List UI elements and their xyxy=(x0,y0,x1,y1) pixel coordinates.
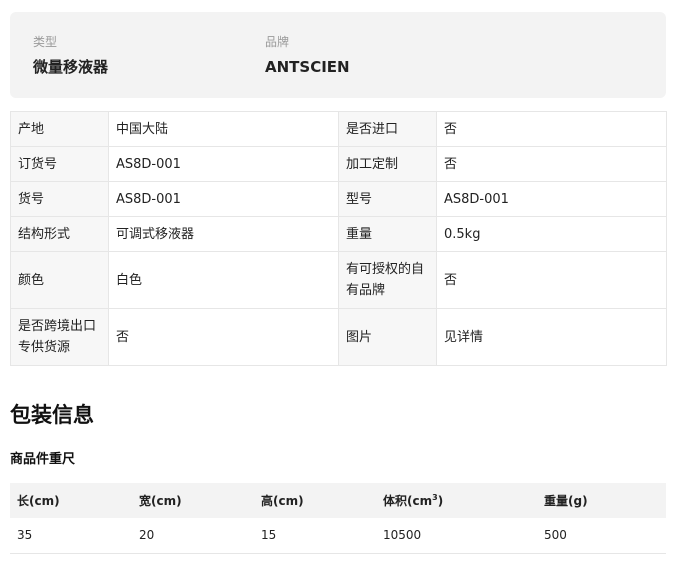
attr-key: 有可授权的自有品牌 xyxy=(338,251,437,309)
attr-key: 重量 xyxy=(338,216,437,252)
attr-value: 否 xyxy=(436,111,667,147)
attr-value: AS8D-001 xyxy=(436,181,667,217)
table-row: 产地 中国大陆 是否进口 否 xyxy=(10,111,667,147)
attr-value: 可调式移液器 xyxy=(108,216,339,252)
header-width: 宽(cm) xyxy=(132,483,254,518)
attr-key: 货号 xyxy=(10,181,109,217)
attr-value: 中国大陆 xyxy=(108,111,339,147)
header-height: 高(cm) xyxy=(254,483,376,518)
header-volume-text: 体积(cm xyxy=(383,494,433,508)
attr-value: 否 xyxy=(436,251,667,309)
attributes-table: 产地 中国大陆 是否进口 否 订货号 AS8D-001 加工定制 否 货号 AS… xyxy=(10,111,667,366)
header-weight: 重量(g) xyxy=(537,483,666,518)
packaging-subtitle: 商品件重尺 xyxy=(10,452,76,467)
attr-key: 图片 xyxy=(338,308,437,366)
summary-type: 类型 微量移液器 xyxy=(33,34,108,78)
packaging-title: 包装信息 xyxy=(10,403,94,427)
attr-key: 产地 xyxy=(10,111,109,147)
attr-key: 颜色 xyxy=(10,251,109,309)
table-row: 货号 AS8D-001 型号 AS8D-001 xyxy=(10,181,667,217)
cell-volume: 10500 xyxy=(376,518,537,554)
header-length: 长(cm) xyxy=(10,483,132,518)
attr-value: 否 xyxy=(436,146,667,182)
table-header-row: 长(cm) 宽(cm) 高(cm) 体积(cm3) 重量(g) xyxy=(10,483,666,518)
attr-value: AS8D-001 xyxy=(108,146,339,182)
brand-value: ANTSCIEN xyxy=(265,58,350,76)
product-summary: 类型 微量移液器 品牌 ANTSCIEN xyxy=(10,12,666,98)
summary-brand: 品牌 ANTSCIEN xyxy=(265,34,350,78)
attr-value: 否 xyxy=(108,308,339,366)
cell-width: 20 xyxy=(132,518,254,554)
attr-key: 型号 xyxy=(338,181,437,217)
cell-length: 35 xyxy=(10,518,132,554)
type-label: 类型 xyxy=(33,35,58,49)
header-volume-close: ) xyxy=(437,494,444,508)
attr-value: 0.5kg xyxy=(436,216,667,252)
attr-value: 见详情 xyxy=(436,308,667,366)
table-row: 35 20 15 10500 500 xyxy=(10,518,666,554)
attr-key: 订货号 xyxy=(10,146,109,182)
attr-value: 白色 xyxy=(108,251,339,309)
attr-key: 加工定制 xyxy=(338,146,437,182)
brand-label: 品牌 xyxy=(265,35,290,49)
table-row: 是否跨境出口专供货源 否 图片 见详情 xyxy=(10,308,667,366)
dimensions-table: 长(cm) 宽(cm) 高(cm) 体积(cm3) 重量(g) 35 20 15… xyxy=(10,483,666,554)
attr-value: AS8D-001 xyxy=(108,181,339,217)
attr-key: 结构形式 xyxy=(10,216,109,252)
table-row: 颜色 白色 有可授权的自有品牌 否 xyxy=(10,251,667,309)
cell-weight: 500 xyxy=(537,518,666,554)
table-row: 结构形式 可调式移液器 重量 0.5kg xyxy=(10,216,667,252)
table-row: 订货号 AS8D-001 加工定制 否 xyxy=(10,146,667,182)
type-value: 微量移液器 xyxy=(33,58,109,76)
attr-key: 是否跨境出口专供货源 xyxy=(10,308,109,366)
attr-key: 是否进口 xyxy=(338,111,437,147)
header-volume: 体积(cm3) xyxy=(376,483,537,518)
cell-height: 15 xyxy=(254,518,376,554)
